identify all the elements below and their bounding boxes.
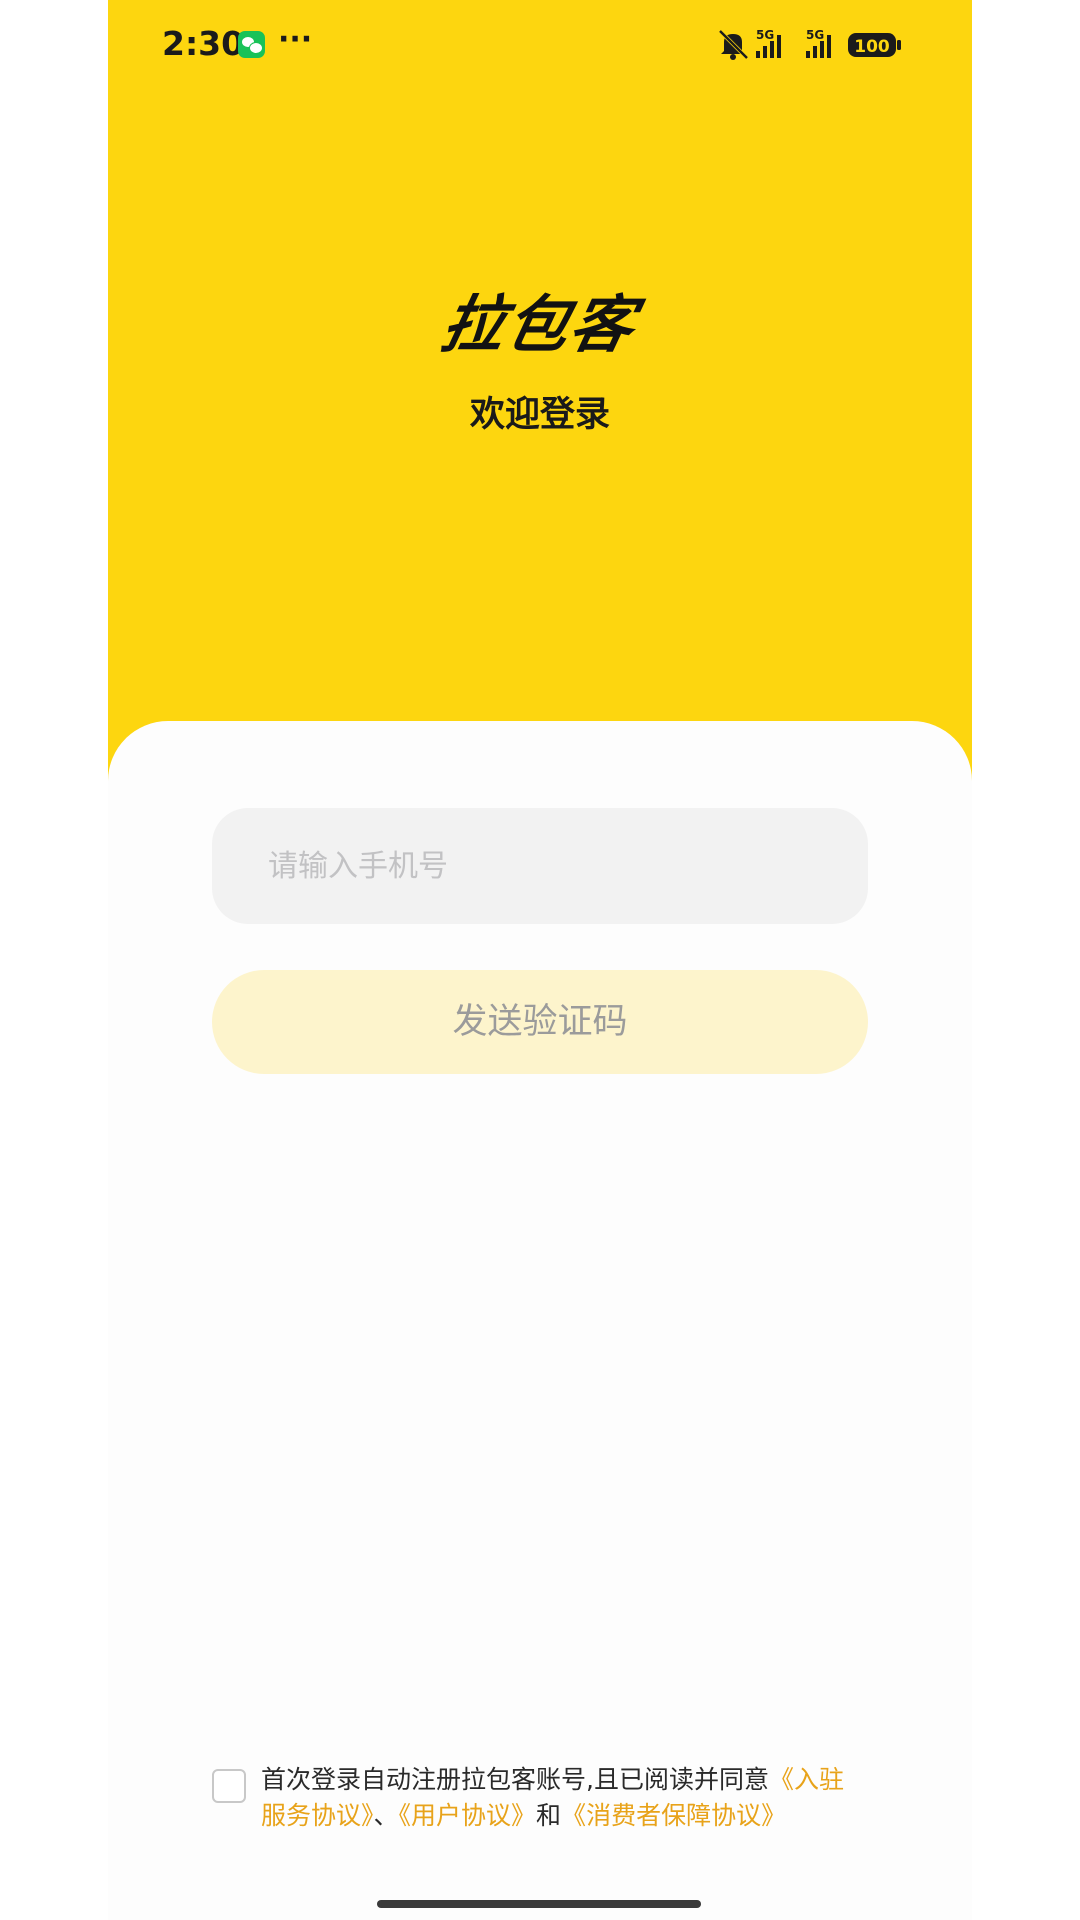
app-logo: 拉包客 <box>435 288 643 361</box>
consumer-protection-link[interactable]: 《消费者保障协议》 <box>561 1801 786 1830</box>
svg-text:100: 100 <box>854 37 890 57</box>
status-bar: 2:30 ··· 5G 5G 100 <box>108 0 972 90</box>
login-screen: 2:30 ··· 5G 5G 100 拉包客 欢迎登录 请输入手机号 发送验证码… <box>108 0 972 1920</box>
mute-icon <box>718 29 749 60</box>
home-indicator[interactable] <box>377 1900 701 1908</box>
login-card: 发送验证码 <box>108 721 972 1920</box>
signal-icon-2: 5G <box>806 28 831 58</box>
status-icons: 5G 5G 100 <box>718 27 914 61</box>
agreement-and: 和 <box>536 1801 562 1830</box>
battery-icon: 100 <box>848 33 901 57</box>
agreement-prefix: 首次登录自动注册拉包客账号,且已阅读并同意 <box>261 1765 769 1794</box>
user-agreement-link[interactable]: 《用户协议》 <box>399 1801 537 1830</box>
more-notifications-icon: ··· <box>278 22 313 57</box>
wechat-icon <box>238 31 265 58</box>
agreement-checkbox[interactable] <box>212 1769 246 1803</box>
svg-text:5G: 5G <box>756 28 774 42</box>
screen: 2:30 ··· 5G 5G 100 拉包客 欢迎登录 请输入手机号 发送验证码… <box>0 0 1080 1920</box>
agreement-text: 首次登录自动注册拉包客账号,且已阅读并同意《入驻服务协议》、《用户协议》和《消费… <box>261 1762 861 1834</box>
status-icons-svg: 5G 5G 100 <box>718 28 901 60</box>
agreement-separator: 、 <box>373 1801 399 1830</box>
svg-text:5G: 5G <box>806 28 824 42</box>
status-time: 2:30 <box>162 24 245 63</box>
signal-icon: 5G <box>756 28 781 58</box>
phone-number-input[interactable] <box>212 808 868 924</box>
send-code-button[interactable]: 发送验证码 <box>212 970 868 1074</box>
welcome-title: 欢迎登录 <box>469 395 610 435</box>
